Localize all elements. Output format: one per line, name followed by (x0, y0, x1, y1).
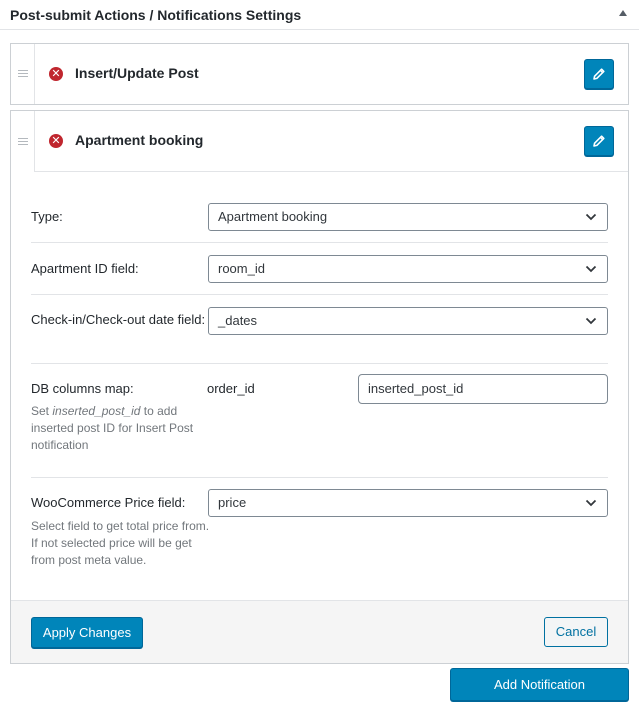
chevron-down-icon (585, 499, 597, 507)
type-select[interactable]: Apartment booking (208, 203, 608, 231)
apartment-id-label: Apartment ID field: (31, 261, 139, 276)
panel-title: Post-submit Actions / Notifications Sett… (10, 7, 302, 23)
chevron-down-icon (585, 317, 597, 325)
price-label: WooCommerce Price field: (31, 495, 186, 510)
cancel-button[interactable]: Cancel (544, 617, 608, 647)
drag-handle-icon[interactable] (18, 70, 28, 79)
notification-header: ✕ Insert/Update Post (35, 44, 628, 104)
notification-item-insert-update-post: ✕ Insert/Update Post (10, 43, 629, 105)
error-x-icon: ✕ (49, 134, 63, 148)
price-row: WooCommerce Price field: Select field to… (31, 489, 608, 574)
dates-select-value: _dates (218, 313, 258, 328)
row-divider (31, 363, 608, 364)
row-divider (31, 242, 608, 243)
db-map-description: Set inserted_post_id to add inserted pos… (31, 404, 194, 452)
collapse-toggle-icon[interactable] (619, 10, 627, 16)
editor-footer: Apply Changes Cancel (11, 600, 628, 663)
apply-changes-button[interactable]: Apply Changes (31, 617, 143, 648)
db-map-value: inserted_post_id (368, 381, 464, 396)
apartment-id-row: Apartment ID field: room_id (31, 255, 608, 292)
edit-notification-button[interactable] (584, 126, 614, 156)
type-label: Type: (31, 209, 63, 224)
dates-label: Check-in/Check-out date field: (31, 312, 206, 327)
db-map-key: order_id (207, 381, 255, 396)
price-description: Select field to get total price from. If… (31, 519, 210, 567)
pencil-icon (593, 135, 605, 147)
row-divider (31, 294, 608, 295)
notification-item-apartment-booking: ✕ Apartment booking Type: Apartment book… (10, 110, 629, 664)
db-columns-map-row: DB columns map: Set inserted_post_id to … (31, 374, 608, 460)
drag-column[interactable] (11, 111, 35, 172)
apartment-id-select-value: room_id (218, 261, 265, 276)
edit-notification-button[interactable] (584, 59, 614, 89)
apartment-id-select[interactable]: room_id (208, 255, 608, 283)
add-notification-button[interactable]: Add Notification (450, 668, 629, 701)
chevron-down-icon (585, 213, 597, 221)
error-x-icon: ✕ (49, 67, 63, 81)
price-select[interactable]: price (208, 489, 608, 517)
drag-column[interactable] (11, 44, 35, 104)
notification-title: Apartment booking (75, 132, 204, 148)
notification-header: ✕ Apartment booking (35, 111, 628, 172)
type-select-value: Apartment booking (218, 209, 328, 224)
price-select-value: price (218, 495, 247, 510)
dates-select[interactable]: _dates (208, 307, 608, 335)
chevron-down-icon (585, 265, 597, 273)
pencil-icon (593, 68, 605, 80)
notification-title: Insert/Update Post (75, 65, 199, 81)
type-row: Type: Apartment booking (31, 203, 608, 240)
dates-row: Check-in/Check-out date field: _dates (31, 307, 608, 351)
drag-handle-icon[interactable] (18, 138, 28, 147)
panel-header: Post-submit Actions / Notifications Sett… (0, 0, 639, 30)
row-divider (31, 477, 608, 478)
db-map-label: DB columns map: (31, 381, 134, 396)
db-map-value-input[interactable]: inserted_post_id (358, 374, 608, 404)
